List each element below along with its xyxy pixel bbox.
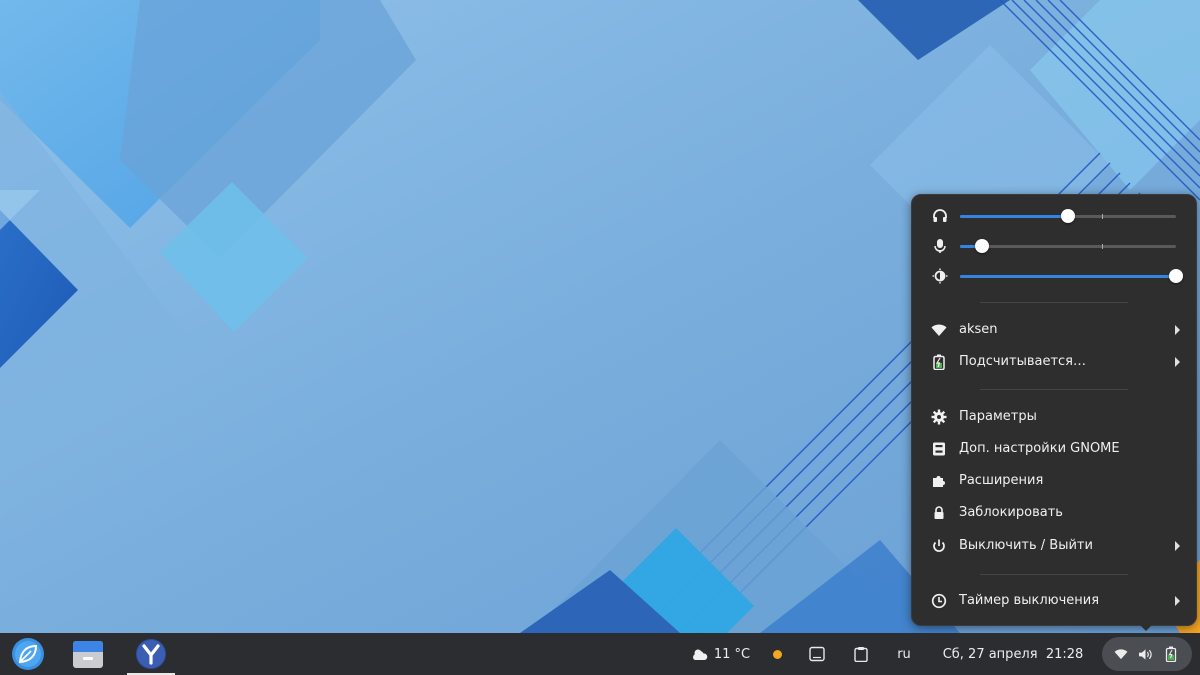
power-menu-item[interactable]: Выключить / Выйти [912,531,1196,561]
lock-label: Заблокировать [959,505,1063,520]
weather-icon [692,649,708,660]
microphone-icon [934,239,946,253]
battery-charging-icon [1165,646,1177,662]
battery-charging-icon [933,354,945,370]
chevron-right-icon [1175,357,1180,367]
settings-label: Параметры [959,409,1037,424]
tray-wifi [1110,633,1132,675]
wifi-icon [1114,649,1128,660]
weather-indicator[interactable]: 11 °C [690,633,752,675]
menu-pointer [1137,622,1155,631]
puzzle-icon [933,476,945,487]
volume-slider-row [912,204,1196,228]
weather-temperature: 11 °C [713,646,751,662]
leaf-launcher-icon [12,638,44,670]
microphone-slider-row [912,234,1196,258]
yandex-browser-icon [136,639,166,669]
clipboard-icon [854,647,868,662]
microphone-slider-knob[interactable] [974,239,989,253]
keyboard-layout-label: ru [897,646,911,662]
power-icon [933,539,945,552]
network-menu-item[interactable]: aksen [912,315,1196,345]
brightness-slider-knob[interactable] [1169,269,1183,283]
extensions-label: Расширения [959,473,1044,488]
lock-icon [934,506,944,519]
gear-icon [931,409,947,425]
power-label: Выключить / Выйти [959,538,1093,553]
file-manager-icon [73,641,103,668]
tray-volume [1134,633,1156,675]
show-desktop-button[interactable] [804,633,830,675]
chevron-right-icon [1175,596,1180,606]
microphone-slider-mark [1102,244,1103,249]
wifi-icon [931,324,947,336]
status-dot-indicator[interactable] [768,633,786,675]
headphones-icon [933,209,947,222]
gnome-tweaks-menu-item[interactable]: Доп. настройки GNOME [912,434,1196,464]
clipboard-button[interactable] [848,633,874,675]
status-dot-icon [772,649,782,659]
brightness-slider-fill [960,275,1176,278]
browser-app-button[interactable] [130,633,172,675]
battery-label: Подсчитывается… [959,354,1086,369]
volume-slider-fill [960,215,1068,218]
quick-settings-menu: aksen Подсчитывается… Параметры Доп. нас… [911,194,1197,626]
menu-separator [980,302,1128,303]
volume-slider-knob[interactable] [1061,209,1075,223]
gnome-tweaks-label: Доп. настройки GNOME [959,441,1120,456]
clock-icon [931,593,947,609]
volume-slider-mark [1102,214,1103,219]
shutdown-timer-label: Таймер выключения [959,593,1100,608]
chevron-right-icon [1175,541,1180,551]
settings-menu-item[interactable]: Параметры [912,402,1196,432]
battery-menu-item[interactable]: Подсчитывается… [912,347,1196,377]
tray-battery [1160,633,1182,675]
network-label: aksen [959,322,998,337]
volume-icon [1138,648,1152,660]
date-time-label: Сб, 27 апреля 21:28 [942,646,1084,662]
brightness-icon [932,268,948,284]
shutdown-timer-menu-item[interactable]: Таймер выключения [912,586,1196,616]
volume-slider[interactable] [960,209,1176,223]
launcher-button[interactable] [8,633,48,675]
brightness-slider[interactable] [960,269,1183,283]
extensions-menu-item[interactable]: Расширения [912,466,1196,496]
files-app-button[interactable] [68,633,108,675]
keyboard-layout-indicator[interactable]: ru [890,633,918,675]
menu-separator [980,389,1128,390]
menu-separator [980,574,1128,575]
clock-button[interactable]: Сб, 27 апреля 21:28 [940,633,1086,675]
lock-menu-item[interactable]: Заблокировать [912,498,1196,528]
tweaks-icon [933,442,945,456]
window-icon [809,646,825,662]
chevron-right-icon [1175,325,1180,335]
microphone-slider[interactable] [960,239,1176,253]
brightness-slider-row [912,264,1196,288]
